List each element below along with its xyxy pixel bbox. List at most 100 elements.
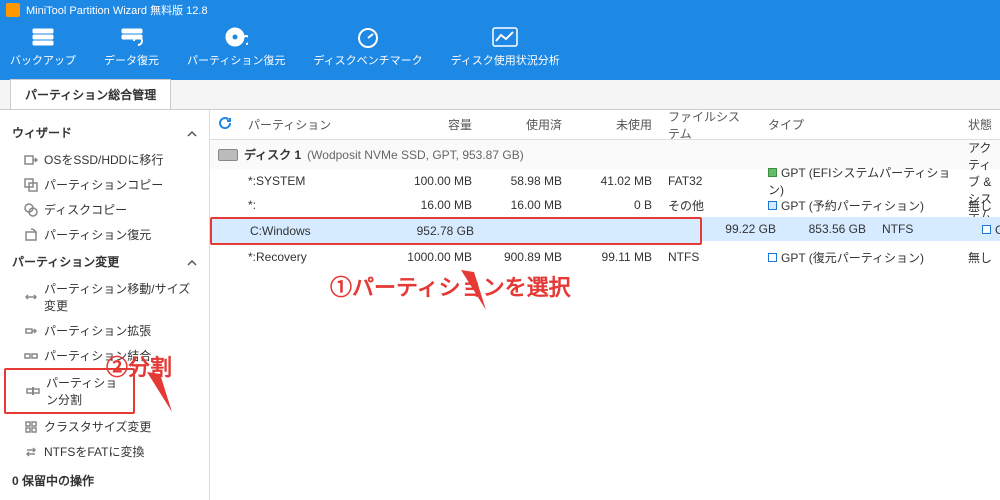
- sidebar-group-label: ウィザード: [12, 124, 72, 141]
- td-status: 無し: [960, 249, 1000, 266]
- td-free: 0 B: [570, 198, 660, 212]
- gauge-icon: [355, 26, 381, 48]
- chart-icon: [492, 26, 518, 48]
- refresh-button[interactable]: [210, 116, 240, 133]
- td-used: 99.22 GB: [702, 222, 784, 236]
- migrate-icon: [24, 153, 38, 167]
- legend-square-icon: [982, 225, 991, 234]
- refresh-icon: [218, 116, 232, 130]
- content-area: パーティション 容量 使用済 未使用 ファイルシステム タイプ 状態 ディスク …: [210, 110, 1000, 500]
- legend-square-icon: [768, 201, 777, 210]
- table-row[interactable]: *: 16.00 MB 16.00 MB 0 B その他 GPT (予約パーティ…: [210, 193, 1000, 217]
- ribbon-disk-benchmark[interactable]: ディスクベンチマーク: [313, 26, 422, 68]
- th-type[interactable]: タイプ: [760, 116, 960, 133]
- th-used[interactable]: 使用済: [480, 116, 570, 133]
- copy-icon: [24, 178, 38, 192]
- td-partition: *:: [240, 198, 390, 212]
- table-row[interactable]: *:Recovery 1000.00 MB 900.89 MB 99.11 MB…: [210, 245, 1000, 269]
- ribbon-backup[interactable]: バックアップ: [10, 26, 76, 68]
- stack-icon: [30, 26, 56, 48]
- td-type: GPT (復元パーティション): [760, 249, 960, 266]
- td-fs: FAT32: [660, 174, 760, 188]
- td-free: 41.02 MB: [570, 174, 660, 188]
- ribbon-partition-recovery[interactable]: パーティション復元: [187, 26, 285, 68]
- td-partition: *:Recovery: [240, 250, 390, 264]
- sidebar-item-label: パーティション拡張: [44, 322, 151, 339]
- th-filesystem[interactable]: ファイルシステム: [660, 110, 760, 142]
- ribbon-label: パーティション復元: [187, 52, 285, 68]
- annotation-text: ②分割: [106, 355, 172, 380]
- disk-name: ディスク 1: [244, 146, 301, 163]
- td-used: 16.00 MB: [480, 198, 570, 212]
- sidebar-item-extend[interactable]: パーティション拡張: [4, 318, 205, 343]
- td-capacity: 16.00 MB: [390, 198, 480, 212]
- annotation-text: ①パーティションを選択: [330, 275, 571, 300]
- th-partition[interactable]: パーティション: [240, 116, 390, 133]
- disk-icon: [218, 149, 238, 161]
- td-used: 58.98 MB: [480, 174, 570, 188]
- ribbon-label: バックアップ: [10, 52, 76, 68]
- td-type: GPT (予約パーティション): [760, 197, 960, 214]
- ribbon-data-recovery[interactable]: データ復元: [104, 26, 159, 68]
- ribbon-disk-usage[interactable]: ディスク使用状況分析: [451, 26, 560, 68]
- app-title: MiniTool Partition Wizard 無料版 12.8: [26, 2, 208, 18]
- table-row[interactable]: *:SYSTEM 100.00 MB 58.98 MB 41.02 MB FAT…: [210, 169, 1000, 193]
- tab-strip: パーティション総合管理: [0, 80, 1000, 110]
- sidebar-item-migrate-os[interactable]: OSをSSD/HDDに移行: [4, 147, 205, 172]
- sidebar-item-label: パーティション移動/サイズ変更: [44, 280, 197, 314]
- td-type: GPT (EFIシステムパーティション): [760, 164, 960, 198]
- td-fs: NTFS: [660, 250, 760, 264]
- chevron-up-icon: [187, 128, 197, 138]
- table-row-selected[interactable]: C:Windows 952.78 GB: [212, 219, 700, 243]
- td-type: GPT (データパーティション): [974, 221, 1000, 238]
- sidebar-item-label: OSをSSD/HDDに移行: [44, 151, 163, 168]
- td-fs: NTFS: [874, 222, 974, 236]
- sidebar-item-move-resize[interactable]: パーティション移動/サイズ変更: [4, 276, 205, 318]
- sidebar-item-label: NTFSをFATに変換: [44, 443, 144, 460]
- sidebar-item-partition-recover[interactable]: パーティション復元: [4, 222, 205, 247]
- chevron-up-icon: [187, 257, 197, 267]
- sidebar-item-cluster-size[interactable]: クラスタサイズ変更: [4, 414, 205, 439]
- legend-square-icon: [768, 253, 777, 262]
- pending-operations: 0 保留中の操作: [4, 464, 205, 497]
- disc-refresh-icon: [223, 26, 249, 48]
- disk-copy-icon: [24, 203, 38, 217]
- td-partition: C:Windows: [242, 224, 392, 238]
- td-capacity: 952.78 GB: [392, 224, 482, 238]
- table-header: パーティション 容量 使用済 未使用 ファイルシステム タイプ 状態: [210, 110, 1000, 140]
- merge-icon: [24, 349, 38, 363]
- sidebar: ウィザード OSをSSD/HDDに移行 パーティションコピー ディスクコピー パ…: [0, 110, 210, 500]
- sidebar-item-label: クラスタサイズ変更: [44, 418, 151, 435]
- stack-refresh-icon: [119, 26, 145, 48]
- th-unused[interactable]: 未使用: [570, 116, 660, 133]
- sidebar-item-label: ディスクコピー: [44, 201, 127, 218]
- tab-main[interactable]: パーティション総合管理: [10, 79, 171, 109]
- sidebar-item-disk-copy[interactable]: ディスクコピー: [4, 197, 205, 222]
- sidebar-group-wizard[interactable]: ウィザード: [4, 118, 205, 147]
- title-bar: MiniTool Partition Wizard 無料版 12.8: [0, 0, 1000, 20]
- split-icon: [26, 384, 40, 398]
- sidebar-group-label: パーティション変更: [12, 253, 119, 270]
- convert-icon: [24, 445, 38, 459]
- extend-icon: [24, 324, 38, 338]
- annotation-2: ②分割: [106, 350, 172, 382]
- sidebar-item-partition-copy[interactable]: パーティションコピー: [4, 172, 205, 197]
- ribbon-label: データ復元: [104, 52, 159, 68]
- app-icon: [6, 3, 20, 17]
- td-fs: その他: [660, 197, 760, 214]
- main-area: ウィザード OSをSSD/HDDに移行 パーティションコピー ディスクコピー パ…: [0, 110, 1000, 500]
- th-status[interactable]: 状態: [960, 116, 1000, 133]
- td-status: 無し: [960, 197, 1000, 214]
- sidebar-item-ntfs-to-fat[interactable]: NTFSをFATに変換: [4, 439, 205, 464]
- sidebar-group-partition[interactable]: パーティション変更: [4, 247, 205, 276]
- th-capacity[interactable]: 容量: [390, 116, 480, 133]
- td-free: 853.56 GB: [784, 222, 874, 236]
- td-free: 99.11 MB: [570, 250, 660, 264]
- ribbon-toolbar: バックアップ データ復元 パーティション復元 ディスクベンチマーク ディスク使用…: [0, 20, 1000, 80]
- sidebar-item-label: パーティションコピー: [44, 176, 163, 193]
- disk-info: (Wodposit NVMe SSD, GPT, 953.87 GB): [307, 148, 524, 162]
- td-capacity: 100.00 MB: [390, 174, 480, 188]
- ribbon-label: ディスクベンチマーク: [313, 52, 422, 68]
- legend-square-icon: [768, 168, 777, 177]
- annotation-1: ①パーティションを選択: [330, 270, 571, 302]
